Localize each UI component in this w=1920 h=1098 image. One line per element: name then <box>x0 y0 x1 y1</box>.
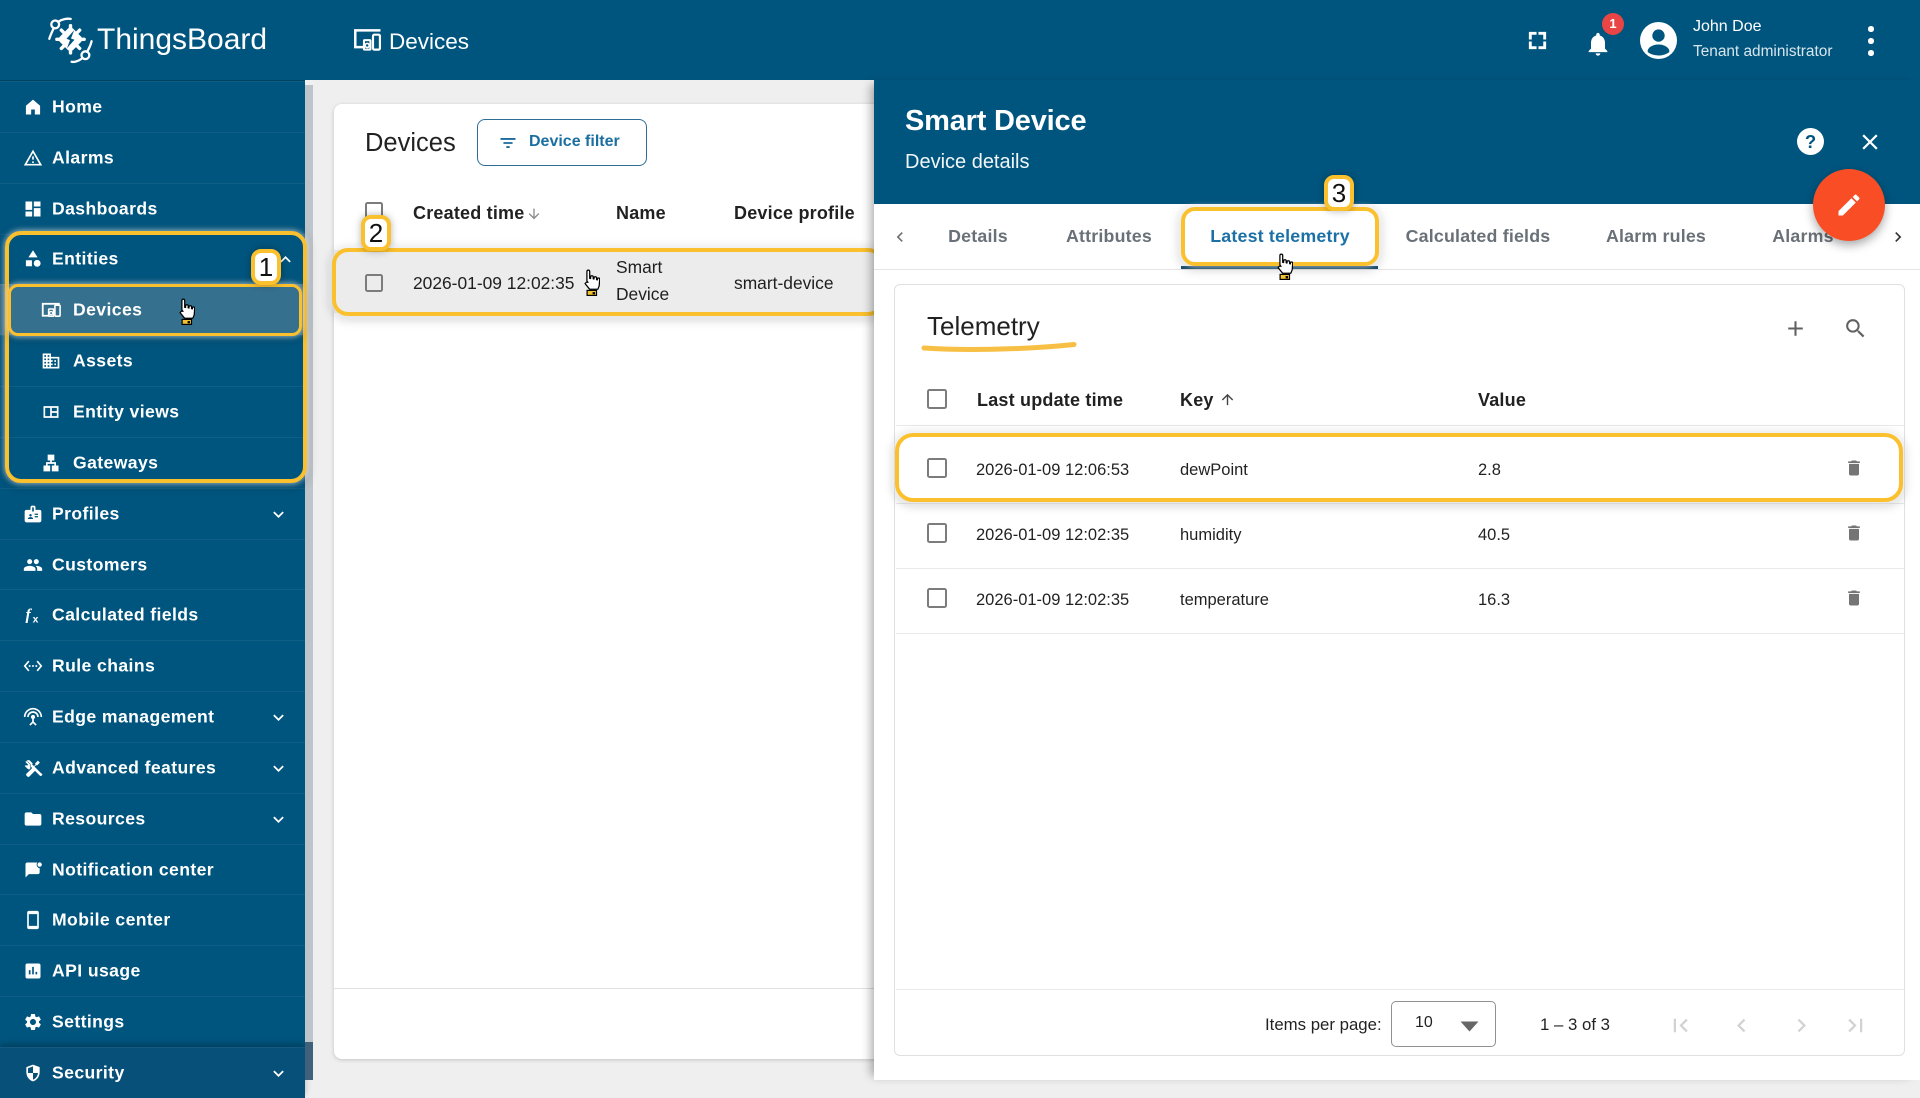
svg-text:x: x <box>33 615 39 626</box>
svg-text:f: f <box>26 607 33 624</box>
